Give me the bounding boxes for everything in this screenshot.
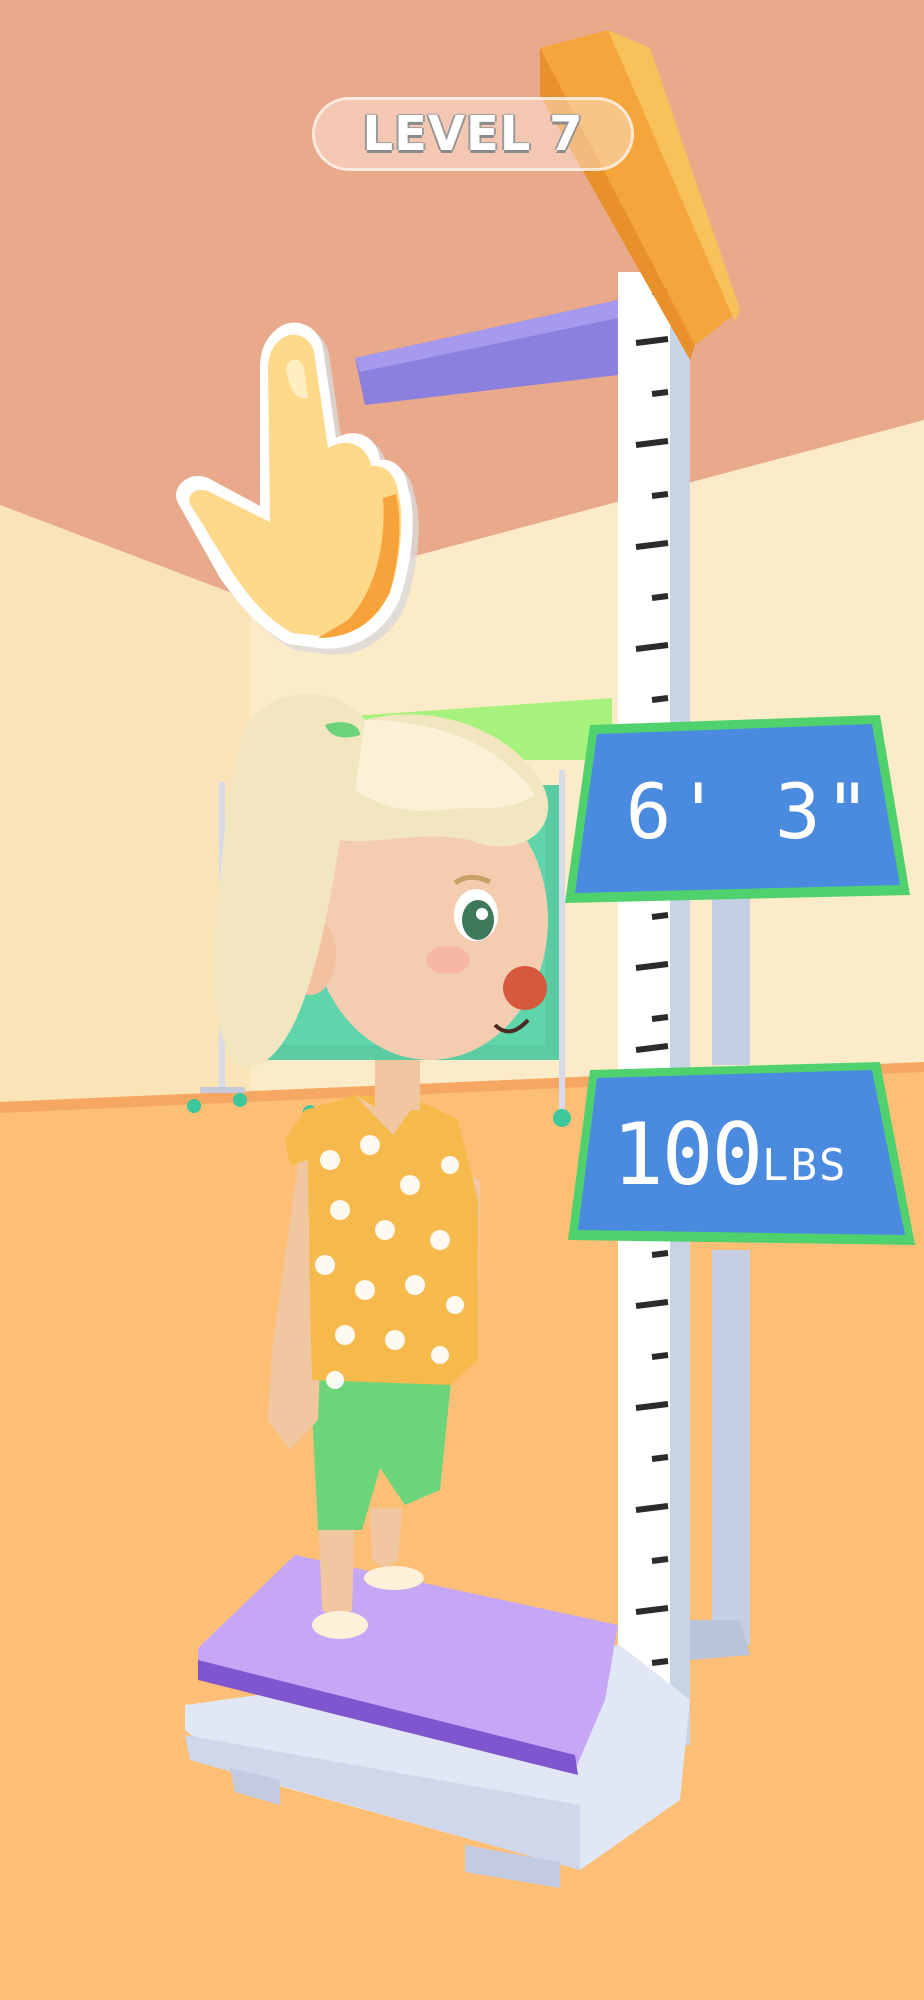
weight-readout: 100 (612, 1105, 763, 1205)
height-readout: 6' 3" (625, 767, 875, 856)
pointing-hand-icon (176, 322, 419, 655)
game-scene[interactable]: LEVEL 7 6' 3" 100 LBS (0, 0, 924, 2000)
weight-unit-label: LBS (762, 1140, 848, 1191)
scene-background (0, 0, 924, 2000)
level-indicator: LEVEL 7 (312, 97, 634, 171)
level-label: LEVEL 7 (362, 106, 584, 162)
